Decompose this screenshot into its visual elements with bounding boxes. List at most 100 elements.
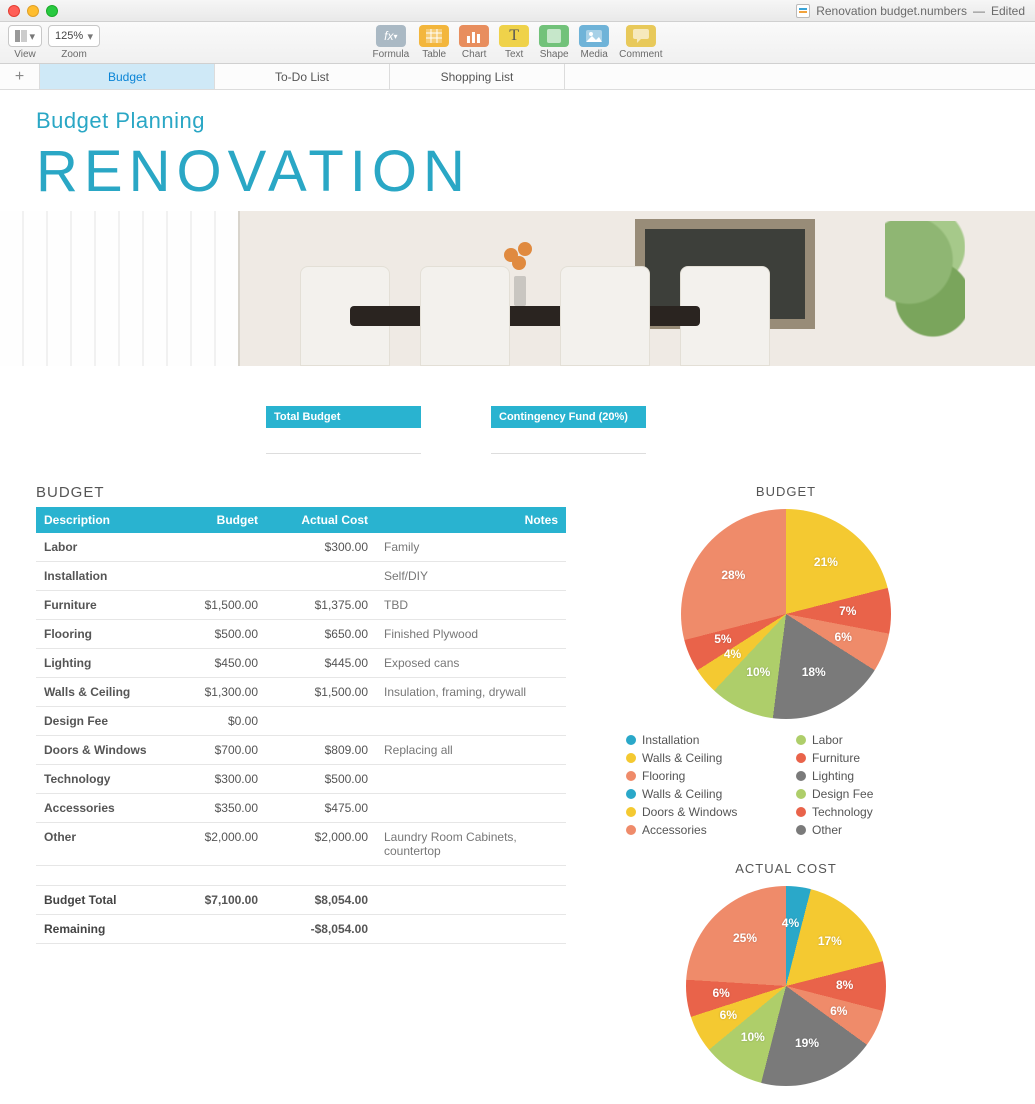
cell-actual[interactable]: $650.00 [266,620,376,649]
table-button[interactable] [419,25,449,47]
minimize-window-button[interactable] [27,5,39,17]
zoom-value: 125% [55,30,83,42]
budget-table[interactable]: Description Budget Actual Cost Notes Lab… [36,507,566,944]
cell-description[interactable]: Doors & Windows [36,736,166,765]
sheet-tab-shopping[interactable]: Shopping List [390,64,565,89]
cell-actual[interactable]: $500.00 [266,765,376,794]
table-row[interactable]: Lighting $450.00 $445.00 Exposed cans [36,649,566,678]
close-window-button[interactable] [8,5,20,17]
table-row[interactable]: Doors & Windows $700.00 $809.00 Replacin… [36,736,566,765]
shape-button[interactable] [539,25,569,47]
cell-budget[interactable]: $300.00 [166,765,266,794]
legend-swatch [796,789,806,799]
cell-budget[interactable]: $700.00 [166,736,266,765]
cell-actual[interactable]: $809.00 [266,736,376,765]
cell-description[interactable]: Labor [36,533,166,562]
cell-budget[interactable]: $450.00 [166,649,266,678]
cell-budget[interactable] [166,562,266,591]
cell-actual[interactable]: $300.00 [266,533,376,562]
cell-notes[interactable]: Finished Plywood [376,620,566,649]
cell-actual[interactable]: $475.00 [266,794,376,823]
legend-item: Lighting [796,769,946,783]
contingency-card[interactable]: Contingency Fund (20%) [491,406,646,454]
table-row[interactable]: Flooring $500.00 $650.00 Finished Plywoo… [36,620,566,649]
cell-budget[interactable]: $350.00 [166,794,266,823]
cell-actual[interactable] [266,562,376,591]
formula-button[interactable]: fx▾ [376,25,406,47]
legend-item: Walls & Ceiling [626,751,776,765]
cell-budget[interactable]: $1,500.00 [166,591,266,620]
cell-budget[interactable]: $0.00 [166,707,266,736]
cell-notes[interactable]: Exposed cans [376,649,566,678]
col-description: Description [36,507,166,533]
total-budget-card[interactable]: Total Budget [266,406,421,454]
legend-swatch [626,735,636,745]
cell-notes[interactable] [376,794,566,823]
document-status-separator: — [973,4,985,18]
add-sheet-button[interactable]: + [0,64,40,89]
cell-description[interactable]: Furniture [36,591,166,620]
view-button[interactable]: ▾ [8,25,42,47]
cell-notes[interactable]: Insulation, framing, drywall [376,678,566,707]
legend-label: Accessories [642,823,707,837]
legend-swatch [796,735,806,745]
cell-notes[interactable]: Replacing all [376,736,566,765]
cell-description[interactable]: Accessories [36,794,166,823]
cell-notes[interactable]: TBD [376,591,566,620]
table-row[interactable]: Labor $300.00 Family [36,533,566,562]
text-button[interactable]: T [499,25,529,47]
cell-budget[interactable]: $2,000.00 [166,823,266,866]
cell-actual[interactable]: $1,500.00 [266,678,376,707]
cell-description[interactable]: Installation [36,562,166,591]
zoom-select[interactable]: 125% ▾ [48,25,100,47]
comment-button[interactable] [626,25,656,47]
cell-description[interactable]: Technology [36,765,166,794]
table-row[interactable]: Design Fee $0.00 [36,707,566,736]
cell-notes[interactable]: Laundry Room Cabinets, countertop [376,823,566,866]
zoom-label: Zoom [61,49,87,60]
cell-budget[interactable]: $1,300.00 [166,678,266,707]
cell-actual[interactable] [266,707,376,736]
cell-notes[interactable] [376,707,566,736]
budget-pie-chart[interactable]: 21%7%6%18%10%4%5%28% [681,509,891,719]
cell-actual[interactable]: $1,375.00 [266,591,376,620]
cell-description[interactable]: Design Fee [36,707,166,736]
actual-chart-title: ACTUAL COST [606,861,966,876]
text-icon: T [509,27,519,45]
table-row[interactable]: Accessories $350.00 $475.00 [36,794,566,823]
table-row[interactable]: Walls & Ceiling $1,300.00 $1,500.00 Insu… [36,678,566,707]
cell-actual[interactable]: $2,000.00 [266,823,376,866]
actual-pie-chart[interactable]: 4%17%8%6%19%10%6%6%25% [686,886,886,1086]
media-button[interactable] [579,25,609,47]
table-icon [426,29,442,43]
cell-description[interactable]: Flooring [36,620,166,649]
cell-notes[interactable]: Self/DIY [376,562,566,591]
table-row[interactable]: Other $2,000.00 $2,000.00 Laundry Room C… [36,823,566,866]
table-row[interactable]: Technology $300.00 $500.00 [36,765,566,794]
cell-description[interactable]: Lighting [36,649,166,678]
sheet-tab-todo[interactable]: To-Do List [215,64,390,89]
chart-button[interactable] [459,25,489,47]
remaining-row[interactable]: Remaining-$8,054.00 [36,915,566,944]
pie-slice-label: 6% [835,630,852,644]
cell-notes[interactable] [376,765,566,794]
cell-description[interactable]: Walls & Ceiling [36,678,166,707]
fullscreen-window-button[interactable] [46,5,58,17]
budget-total-row[interactable]: Budget Total$7,100.00$8,054.00 [36,886,566,915]
sheet-tab-label: Budget [108,70,146,84]
sheet-tab-budget[interactable]: Budget [40,64,215,89]
table-row[interactable]: Furniture $1,500.00 $1,375.00 TBD [36,591,566,620]
legend-label: Flooring [642,769,685,783]
pie-slice-label: 21% [814,555,838,569]
cell-description[interactable]: Other [36,823,166,866]
chart-label: Chart [462,49,486,60]
cell-budget[interactable]: $500.00 [166,620,266,649]
table-row[interactable]: Installation Self/DIY [36,562,566,591]
cell-notes[interactable]: Family [376,533,566,562]
document-filename: Renovation budget.numbers [816,4,967,18]
cell-actual[interactable]: $445.00 [266,649,376,678]
cell-budget[interactable] [166,533,266,562]
chart-icon [466,29,482,43]
sheet-tab-label: To-Do List [275,70,329,84]
document-canvas[interactable]: Budget Planning RENOVATION Total Budget … [0,90,1035,1104]
